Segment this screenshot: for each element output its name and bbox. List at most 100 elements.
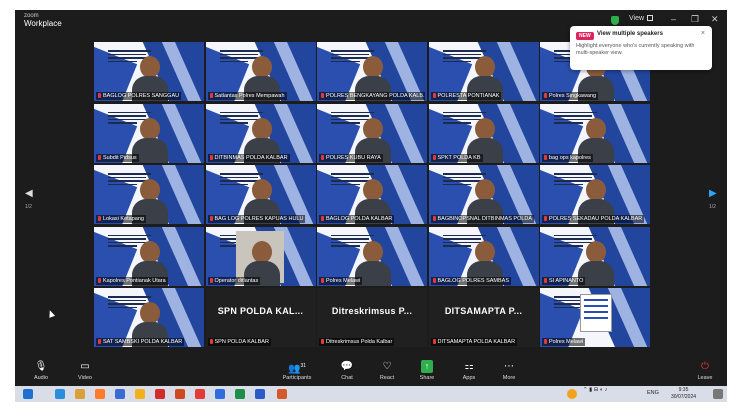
participant-name: Ditreskrimsus Polda Kalbar bbox=[326, 339, 393, 345]
taskbar-app-icon[interactable] bbox=[55, 389, 65, 399]
taskbar-clock[interactable]: 9:35 30/07/2024 bbox=[671, 387, 696, 400]
brand-title: Workplace bbox=[24, 19, 62, 28]
zoom-workplace-window: zoom Workplace View – ❐ ✕ BAGLOG POLRES … bbox=[15, 10, 727, 402]
clock-date: 30/07/2024 bbox=[671, 393, 697, 400]
muted-mic-icon bbox=[544, 277, 547, 283]
leave-button[interactable]: ⏻ Leave bbox=[685, 360, 725, 381]
participant-name: Polres Melawi bbox=[549, 339, 584, 345]
participant-name: POLRES KUBU RAYA bbox=[326, 154, 381, 161]
participant-tile[interactable]: BAGLOG POLDA KALBAR bbox=[317, 165, 427, 224]
participant-name-label: POLRES KUBU RAYA bbox=[319, 153, 383, 162]
minimize-button[interactable]: – bbox=[671, 14, 676, 24]
firefox-icon[interactable] bbox=[95, 389, 105, 399]
powerpoint-open-icon[interactable] bbox=[277, 389, 287, 399]
muted-mic-icon bbox=[544, 93, 547, 98]
participant-name: Kapolres Pontianak Utara bbox=[103, 277, 166, 284]
word-icon[interactable] bbox=[255, 389, 265, 399]
heart-icon: ♡ bbox=[382, 361, 392, 372]
apps-label: Apps bbox=[462, 375, 476, 381]
share-label: Share bbox=[419, 375, 435, 381]
muted-mic-icon bbox=[321, 216, 324, 221]
mouse-cursor-icon bbox=[46, 309, 56, 318]
participant-tile[interactable]: BAGLOG POLRES SANGGAU bbox=[94, 42, 204, 101]
participant-tile[interactable]: Subdit Pidsus bbox=[94, 103, 204, 163]
participant-tile[interactable]: Lokasi Ketapang bbox=[94, 165, 204, 224]
view-button[interactable]: View bbox=[629, 15, 654, 22]
participant-name: Lokasi Ketapang bbox=[103, 216, 144, 222]
participant-tile[interactable]: POLRES SEKADAU POLDA KALBAR bbox=[540, 165, 650, 224]
participant-tile[interactable]: DITSAMAPTA P... DITSAMAPTA POLDA KALBAR bbox=[428, 288, 539, 347]
participant-name-label: POLRESTA PONTIANAK bbox=[430, 92, 502, 100]
mail-icon[interactable] bbox=[115, 389, 125, 399]
participant-tile[interactable]: SI APINANTO bbox=[540, 226, 650, 286]
participant-name: SAT SAMBSKI POLDA KALBAR bbox=[103, 339, 183, 345]
video-button[interactable]: ▭ Video bbox=[65, 360, 105, 381]
participant-tile[interactable]: Satlantas Polres Mempawah bbox=[205, 42, 316, 101]
share-button[interactable]: ↑ Share bbox=[407, 360, 447, 381]
participant-tile[interactable]: bag ops kapolres bbox=[540, 103, 650, 163]
participant-name-label: Lokasi Ketapang bbox=[96, 215, 146, 223]
muted-mic-icon bbox=[321, 154, 324, 160]
file-explorer-icon[interactable] bbox=[75, 389, 85, 399]
participant-tile[interactable]: Ditreskrimsus P... Ditreskrimsus Polda Ka… bbox=[317, 288, 427, 347]
view-label: View bbox=[629, 15, 645, 22]
chat-button[interactable]: 💬 Chat bbox=[327, 360, 367, 381]
more-button[interactable]: ⋯ More bbox=[489, 360, 529, 381]
zoom-taskbar-icon[interactable] bbox=[215, 389, 225, 399]
participant-big-name: Ditreskrimsus P... bbox=[331, 306, 413, 316]
participant-tile[interactable]: BAGLOG POLRES SAMBAS bbox=[428, 226, 539, 286]
participant-tile[interactable]: SAT SAMBSKI POLDA KALBAR bbox=[94, 288, 204, 347]
muted-mic-icon bbox=[209, 154, 213, 160]
next-page-arrow-icon[interactable]: ▶ bbox=[709, 188, 717, 199]
participant-tile[interactable]: BAGBINOPSNAL DITBINMAS POLDA bbox=[428, 165, 539, 224]
app-brand: zoom Workplace bbox=[24, 13, 62, 28]
participant-tile[interactable]: POLRES BENGKAYANG POLDA KALB... bbox=[317, 42, 427, 101]
close-button[interactable]: ✕ bbox=[711, 14, 719, 25]
participant-name-label: SPN POLDA KALBAR bbox=[207, 338, 271, 346]
participant-tile[interactable]: Polres Melawi bbox=[540, 288, 650, 347]
participant-tile[interactable]: POLRES KUBU RAYA bbox=[317, 103, 427, 163]
security-shield-icon[interactable] bbox=[611, 16, 619, 25]
participant-name-label: DITBINMAS POLDA KALBAR bbox=[207, 153, 290, 162]
participants-button[interactable]: 👥31 Participants bbox=[277, 360, 317, 381]
muted-mic-icon bbox=[544, 339, 547, 344]
muted-mic-icon bbox=[209, 277, 213, 283]
maximize-button[interactable]: ❐ bbox=[691, 14, 699, 25]
notification-icon[interactable] bbox=[713, 389, 723, 399]
apps-button[interactable]: ⚏ Apps bbox=[449, 360, 489, 381]
participant-name: Polres Singkawang bbox=[549, 93, 597, 99]
start-icon[interactable] bbox=[23, 389, 33, 399]
powerpoint-icon[interactable] bbox=[175, 389, 185, 399]
participant-big-name: DITSAMAPTA P... bbox=[444, 306, 523, 316]
app-red-icon[interactable] bbox=[195, 389, 205, 399]
participant-tile[interactable]: BAG LOG POLRES KAPUAS HULU bbox=[205, 165, 316, 224]
participant-tile[interactable]: Operator ditlantas bbox=[205, 226, 316, 286]
participant-tile[interactable]: SPKT POLDA KB bbox=[428, 103, 539, 163]
video-label: Video bbox=[78, 375, 92, 381]
audio-button[interactable]: 🎙 Audio bbox=[21, 360, 61, 381]
chrome-icon[interactable] bbox=[135, 389, 145, 399]
tray-icons[interactable]: ⌃ ▮ ⊟ ◐ ♪ bbox=[583, 387, 607, 393]
language-indicator[interactable]: ENG bbox=[647, 390, 659, 396]
participant-tile[interactable]: Polres Melawi bbox=[317, 226, 427, 286]
participant-name-label: BAGBINOPSNAL DITBINMAS POLDA bbox=[430, 215, 535, 223]
clock-time: 9:35 bbox=[678, 387, 689, 393]
participant-name: SI APINANTO bbox=[549, 277, 584, 284]
weather-icon[interactable] bbox=[567, 389, 577, 399]
participant-tile[interactable]: Kapolres Pontianak Utara bbox=[94, 226, 204, 286]
participant-tile[interactable]: DITBINMAS POLDA KALBAR bbox=[205, 103, 316, 163]
muted-mic-icon bbox=[98, 277, 101, 283]
participant-name-label: BAGLOG POLRES SANGGAU bbox=[96, 92, 182, 100]
react-button[interactable]: ♡ React bbox=[367, 360, 407, 381]
toast-close-icon[interactable]: × bbox=[701, 30, 705, 37]
previous-page-arrow-icon[interactable]: ◀ bbox=[25, 188, 33, 199]
excel-icon[interactable] bbox=[235, 389, 245, 399]
opera-icon[interactable] bbox=[155, 389, 165, 399]
participant-name: Operator ditlantas bbox=[214, 277, 259, 284]
leave-icon: ⏻ bbox=[701, 361, 709, 372]
participant-tile[interactable]: POLRESTA PONTIANAK bbox=[428, 42, 539, 101]
participant-name-label: POLRES BENGKAYANG POLDA KALB... bbox=[319, 92, 425, 100]
participant-tile[interactable]: SPN POLDA KAL... SPN POLDA KALBAR bbox=[205, 288, 316, 347]
participant-name: Polres Melawi bbox=[326, 277, 361, 284]
muted-mic-icon bbox=[209, 93, 213, 98]
